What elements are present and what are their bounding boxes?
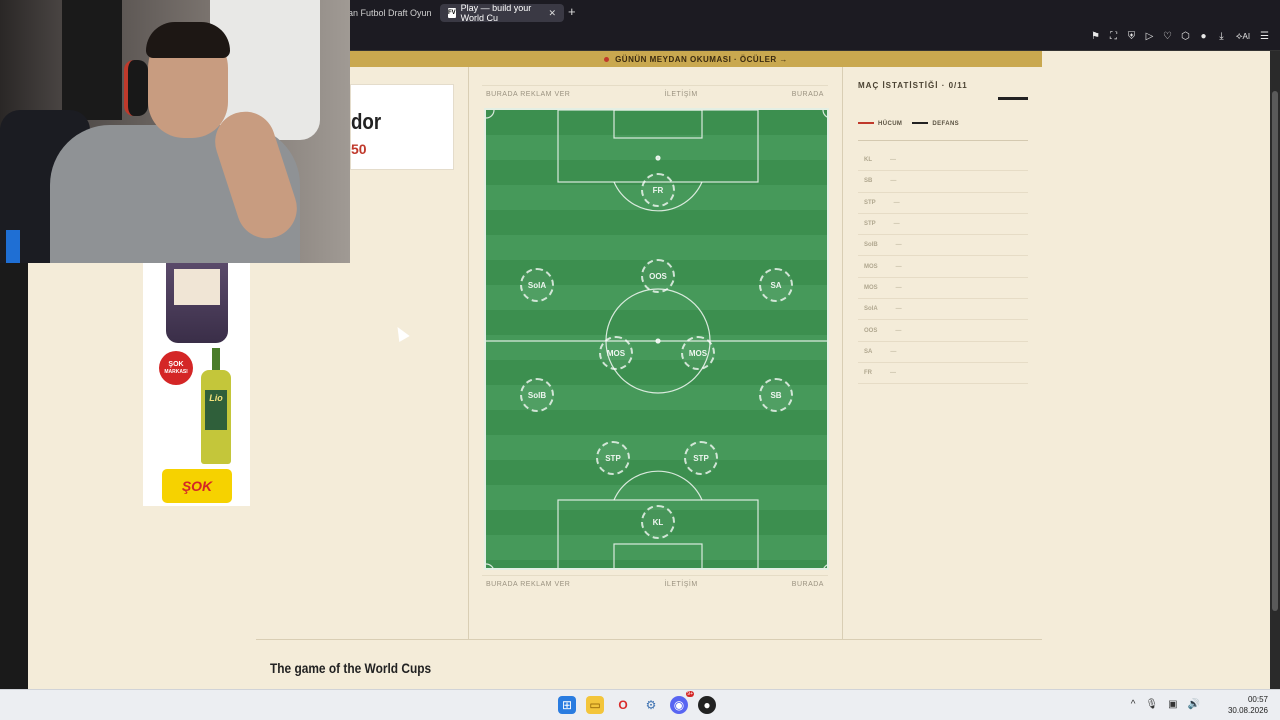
webcam-overlay <box>0 0 350 263</box>
legend-attack: HÜCUM <box>858 121 902 127</box>
position-slot-sb[interactable]: SB <box>759 378 793 412</box>
contact-link[interactable]: İLETİŞİM <box>660 91 701 98</box>
olive-jar-image <box>166 263 228 343</box>
position-slot-stp-right[interactable]: STP <box>684 441 718 475</box>
stat-row: MOS — <box>858 278 1028 300</box>
stat-row: FR — <box>858 363 1028 385</box>
close-icon[interactable]: ✕ <box>548 8 556 19</box>
position-slot-fr[interactable]: FR <box>641 173 675 207</box>
page-scrollbar[interactable] <box>1270 51 1280 689</box>
live-dot-icon <box>604 56 610 62</box>
advertise-link-short[interactable]: BURADA <box>788 581 828 588</box>
stats-legend: HÜCUM DEFANS <box>858 121 959 127</box>
stat-row: SB — <box>858 171 1028 193</box>
ad-bar-bottom: BURADA REKLAM VER İLETİŞİM BURADA <box>482 575 828 593</box>
microphone-icon[interactable]: 🎙 <box>1145 699 1158 710</box>
windows-start-icon[interactable]: ⊞ <box>558 696 576 714</box>
stat-row: OOS — <box>858 320 1028 342</box>
advertise-link[interactable]: BURADA REKLAM VER <box>482 581 574 588</box>
tab-futbol-draft[interactable]: an Futbol Draft Oyun <box>340 4 436 22</box>
menu-icon[interactable]: ☰ <box>1259 31 1270 42</box>
stat-row: KL — <box>858 150 1028 172</box>
position-slot-kl[interactable]: KL <box>641 505 675 539</box>
match-stats-panel: MAÇ İSTATİSTİĞİ · 0/11 HÜCUM DEFANS KL — … <box>858 81 1028 385</box>
tab-label: Play — build your World Cu <box>460 3 532 23</box>
screenshot-icon[interactable]: ⛶ <box>1108 31 1119 42</box>
stat-row: SolB — <box>858 235 1028 257</box>
taskbar: ⊞ ▭ O ⚙ ◉ 9+ ● ^ 🎙 ▣ 🔊 00:57 30.08.2026 <box>0 689 1280 720</box>
clock-time: 00:57 <box>1247 695 1268 704</box>
heart-icon[interactable]: ♡ <box>1162 31 1173 42</box>
contact-link[interactable]: İLETİŞİM <box>660 581 701 588</box>
ai-icon[interactable]: ⟡AI <box>1234 31 1252 42</box>
discord-icon[interactable]: ◉ 9+ <box>670 691 694 714</box>
settings-icon[interactable]: ⚙ <box>642 696 660 714</box>
profile-score: 50 <box>351 141 367 157</box>
profile-name: dor <box>351 109 382 134</box>
ad-bar-top: BURADA REKLAM VER İLETİŞİM BURADA <box>482 85 828 103</box>
network-icon[interactable]: ▣ <box>1168 699 1177 710</box>
sok-brand-badge: ŞOK MARKASI <box>159 351 193 385</box>
tab-play-world-cup[interactable]: FV Play — build your World Cu ✕ <box>440 3 564 23</box>
sok-logo: ŞOK <box>162 469 232 503</box>
position-slot-solb[interactable]: SolB <box>520 378 554 412</box>
position-slot-oos[interactable]: OOS <box>641 259 675 293</box>
position-slot-sa[interactable]: SA <box>759 268 793 302</box>
banner-text: GÜNÜN MEYDAN OKUMASI · ÖCÜLER → <box>615 54 788 64</box>
stat-row: SA — <box>858 342 1028 363</box>
profile-card[interactable]: dor 50 <box>350 84 454 170</box>
download-icon[interactable]: ⤓ <box>1216 31 1227 42</box>
jersey-image <box>62 0 122 120</box>
daily-challenge-banner[interactable]: GÜNÜN MEYDAN OKUMASI · ÖCÜLER → <box>350 51 1042 67</box>
stat-row: SolA — <box>858 299 1028 321</box>
favicon-icon: FV <box>448 8 456 18</box>
sok-advertisement[interactable]: ŞOK MARKASI Lio ŞOK <box>143 263 250 506</box>
profile-icon[interactable]: ● <box>1198 31 1209 42</box>
chevron-up-icon[interactable]: ^ <box>1131 699 1136 710</box>
stat-row: STP — <box>858 214 1028 236</box>
volume-icon[interactable]: 🔊 <box>1188 699 1200 710</box>
stats-rows: KL — SB — STP — STP — SolB — MOS — MOS — SolA — … <box>858 150 1028 385</box>
position-slot-stp-left[interactable]: STP <box>596 441 630 475</box>
new-tab-button[interactable]: + <box>568 4 576 19</box>
stat-row: STP — <box>858 193 1028 214</box>
position-slot-mos-left[interactable]: MOS <box>599 336 633 370</box>
tab-label: an Futbol Draft Oyun <box>348 8 432 18</box>
stats-divider <box>858 140 1028 141</box>
stat-row: MOS — <box>858 256 1028 278</box>
stats-title: MAÇ İSTATİSTİĞİ · 0/11 <box>858 81 968 90</box>
column-divider <box>468 67 469 639</box>
headset-icon <box>124 60 148 116</box>
clock[interactable]: 00:57 30.08.2026 <box>1228 694 1268 716</box>
system-tray: ^ 🎙 ▣ 🔊 <box>1131 699 1200 710</box>
section-divider <box>256 639 1042 640</box>
opera-browser-icon[interactable]: O <box>614 696 632 714</box>
advertise-link-short[interactable]: BURADA <box>788 91 828 98</box>
file-explorer-icon[interactable]: ▭ <box>586 696 604 714</box>
notification-badge: 9+ <box>686 691 694 697</box>
section-title: The game of the World Cups <box>270 660 432 676</box>
bookmark-icon[interactable]: ⚑ <box>1090 31 1101 42</box>
football-pitch: FR OOS SolA SA MOS MOS SolB SB STP STP K… <box>484 108 829 570</box>
game-app-icon[interactable]: ● <box>698 696 716 714</box>
shield-icon[interactable]: ⛨ <box>1126 31 1137 42</box>
column-divider <box>842 67 843 639</box>
play-icon[interactable]: ▷ <box>1144 31 1155 42</box>
clock-date: 30.08.2026 <box>1227 706 1268 715</box>
stats-progress-bar <box>998 97 1028 100</box>
position-slot-mos-right[interactable]: MOS <box>681 336 715 370</box>
oil-bottle-image: Lio <box>201 348 231 464</box>
extensions-icon[interactable]: ⬡ <box>1180 31 1191 42</box>
position-slot-sola[interactable]: SolA <box>520 268 554 302</box>
advertise-link[interactable]: BURADA REKLAM VER <box>482 91 574 98</box>
legend-defense: DEFANS <box>912 121 959 127</box>
